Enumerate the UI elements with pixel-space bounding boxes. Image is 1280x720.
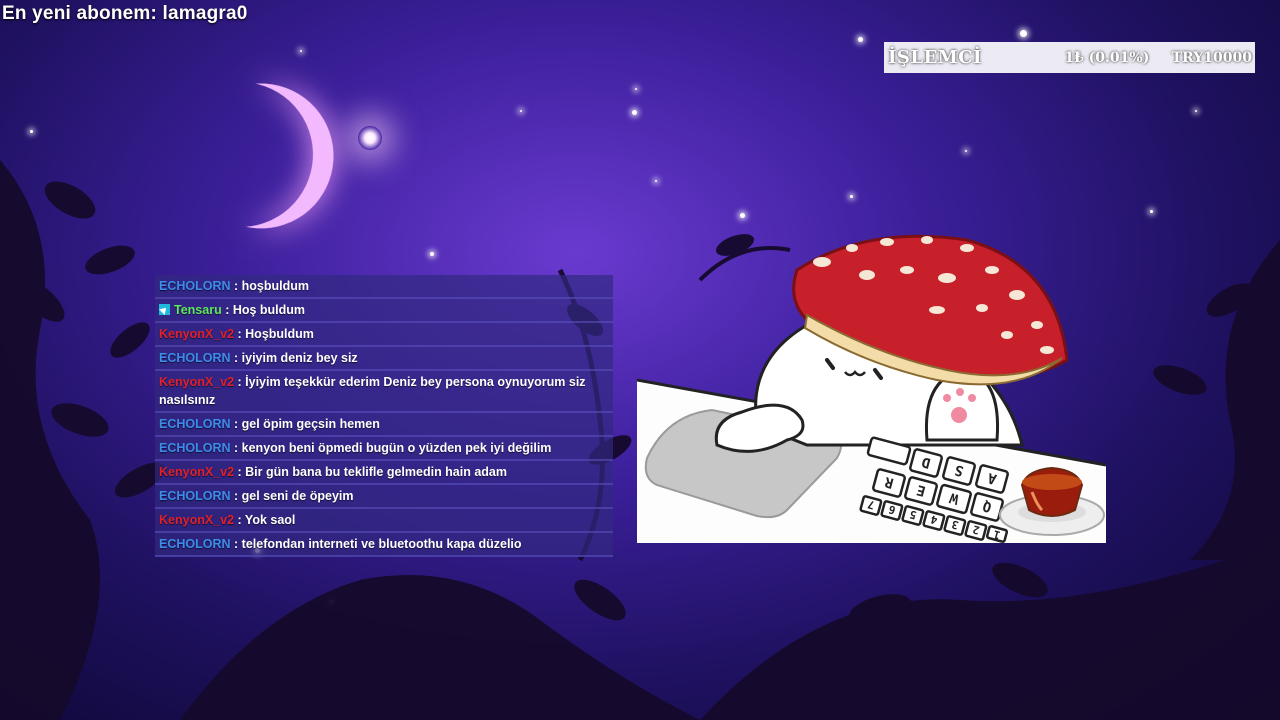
chat-username: ECHOLORN bbox=[159, 441, 231, 455]
chat-text: : gel seni de öpeyim bbox=[234, 489, 354, 503]
chat-message: ECHOLORN : kenyon beni öpmedi bugün o yü… bbox=[155, 437, 613, 461]
chat-message: KenyonX_v2 : Bir gün bana bu teklifle ge… bbox=[155, 461, 613, 485]
chat-username: KenyonX_v2 bbox=[159, 513, 235, 527]
chat-text: : gel öpim geçsin hemen bbox=[234, 417, 380, 431]
chat-text: : Bir gün bana bu teklifle gelmedin hain… bbox=[237, 465, 507, 479]
chat-username: ECHOLORN bbox=[159, 489, 231, 503]
mushroom-cat-webcam-overlay: D S A R E W Q 7 6 5 4 3 2 1 bbox=[637, 234, 1106, 543]
cpu-usage-value: 1₺ (0.01%) bbox=[1064, 49, 1150, 66]
chat-message: KenyonX_v2 : Hoşbuldum bbox=[155, 323, 613, 347]
chat-username: ECHOLORN bbox=[159, 417, 231, 431]
chat-text: : Hoşbuldum bbox=[237, 327, 314, 341]
chat-message: ECHOLORN : hoşbuldum bbox=[155, 275, 613, 299]
chat-username: Tensaru bbox=[174, 303, 222, 317]
chat-message: KenyonX_v2 : İyiyim teşekkür ederim Deni… bbox=[155, 371, 613, 413]
chat-message: ECHOLORN : gel öpim geçsin hemen bbox=[155, 413, 613, 437]
chat-username: ECHOLORN bbox=[159, 279, 231, 293]
chat-message: ECHOLORN : gel seni de öpeyim bbox=[155, 485, 613, 509]
chat-username: KenyonX_v2 bbox=[159, 375, 235, 389]
chat-text: : Yok saol bbox=[237, 513, 296, 527]
chat-text: : Hoş buldum bbox=[225, 303, 306, 317]
chat-overlay: ECHOLORN : hoşbuldum Tensaru : Hoş buldu… bbox=[155, 275, 613, 557]
chat-username: KenyonX_v2 bbox=[159, 327, 235, 341]
chat-text: : kenyon beni öpmedi bugün o yüzden pek … bbox=[234, 441, 552, 455]
chat-username: ECHOLORN bbox=[159, 537, 231, 551]
chat-message: ECHOLORN : telefondan interneti ve bluet… bbox=[155, 533, 613, 557]
chat-message: Tensaru : Hoş buldum bbox=[155, 299, 613, 323]
chat-username: KenyonX_v2 bbox=[159, 465, 235, 479]
chat-username: ECHOLORN bbox=[159, 351, 231, 365]
prime-badge-icon bbox=[159, 304, 170, 315]
chat-message: KenyonX_v2 : Yok saol bbox=[155, 509, 613, 533]
cpu-ticker-panel: İŞLEMCİ 1₺ (0.01%) TRY10000 bbox=[884, 42, 1255, 73]
cpu-label: İŞLEMCİ bbox=[888, 47, 982, 68]
chat-text: : telefondan interneti ve bluetoothu kap… bbox=[234, 537, 522, 551]
chat-text: : iyiyim deniz bey siz bbox=[234, 351, 358, 365]
chat-message: ECHOLORN : iyiyim deniz bey siz bbox=[155, 347, 613, 371]
latest-subscriber-label: En yeni abonem: lamagra0 bbox=[2, 3, 248, 24]
chat-text: : hoşbuldum bbox=[234, 279, 310, 293]
cpu-price-value: TRY10000 bbox=[1171, 49, 1252, 66]
